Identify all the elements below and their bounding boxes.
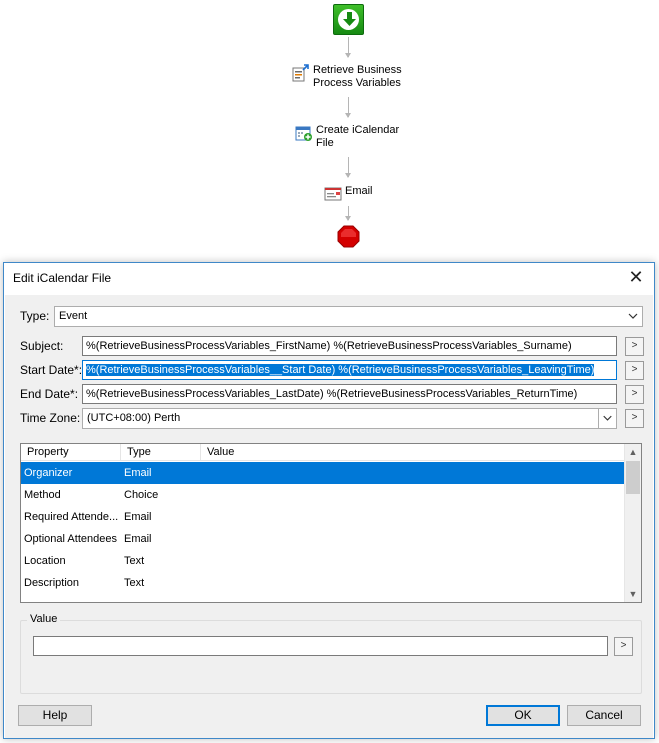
grid-scrollbar[interactable]: ▲ ▼ [624,444,641,602]
row-type: Text [124,577,145,589]
end-date-field[interactable]: %(RetrieveBusinessProcessVariables_LastD… [82,384,617,404]
help-button-label: Help [42,708,68,722]
row-property: Organizer [24,467,73,479]
node-label-line-1: Email [345,185,373,197]
row-type: Email [124,511,152,523]
scroll-up-icon[interactable]: ▲ [625,444,641,460]
type-label: Type: [20,309,50,323]
subject-field[interactable]: %(RetrieveBusinessProcessVariables_First… [82,336,617,356]
email-icon [324,187,342,201]
table-row[interactable]: Description Text [21,572,624,594]
row-type: Text [124,555,145,567]
subject-label: Subject: [20,339,64,353]
row-property: Location [24,555,66,567]
down-arrow-icon [343,12,356,26]
workflow-node-retrieve-variables[interactable]: Retrieve Business Process Variables [292,64,402,90]
column-header-type[interactable]: Type [121,444,201,460]
workflow-start-node[interactable] [333,4,364,35]
retrieve-variables-icon [292,64,309,82]
table-row[interactable]: Required Attende... Email [21,506,624,528]
row-type: Email [124,533,152,545]
end-date-label: End Date*: [20,387,79,401]
dialog-title: Edit iCalendar File [13,271,112,285]
dialog-content: Type: Event Subject: %(RetrieveBusinessP… [5,295,653,738]
close-icon[interactable]: ✕ [628,267,644,287]
node-label-line-1: Retrieve Business [313,64,402,76]
end-date-value: %(RetrieveBusinessProcessVariables_LastD… [86,388,578,400]
row-property: Optional Attendees [24,533,117,545]
node-label-line-1: Create iCalendar [316,124,400,136]
stop-icon[interactable] [337,225,360,248]
type-select-value: Event [59,310,88,322]
edit-icalendar-dialog: Edit iCalendar File ✕ Type: Event Subjec… [3,262,655,739]
time-zone-label: Time Zone: [20,411,81,425]
table-row[interactable]: Method Choice [21,484,624,506]
help-button[interactable]: Help [18,705,92,726]
grid-rows: Organizer Email Method Choice Required A… [21,462,624,594]
value-group-legend: Value [27,613,61,625]
workflow-connector [345,37,351,58]
table-row[interactable]: Location Text [21,550,624,572]
node-label-line-2: Process Variables [313,77,401,89]
scroll-thumb[interactable] [626,461,640,494]
workflow-connector [345,206,351,221]
start-date-label: Start Date*: [20,363,83,377]
column-header-property[interactable]: Property [21,444,121,460]
workflow-node-create-icalendar[interactable]: Create iCalendar File [295,124,399,150]
time-zone-picker-button[interactable]: > [625,409,644,428]
table-row[interactable]: Optional Attendees Email [21,528,624,550]
property-grid[interactable]: Property Type Value Organizer Email Meth… [20,443,642,603]
chevron-down-icon[interactable] [598,409,616,428]
workflow-connector [345,157,351,178]
cancel-button-label: Cancel [585,708,623,722]
time-zone-select[interactable]: (UTC+08:00) Perth [82,408,617,429]
subject-value: %(RetrieveBusinessProcessVariables_First… [86,340,572,352]
value-field[interactable] [33,636,608,656]
row-type: Email [124,467,152,479]
node-label-line-2: File [316,137,334,149]
table-row[interactable]: Organizer Email [21,462,624,484]
row-type: Choice [124,489,159,501]
grid-header: Property Type Value [21,444,624,461]
start-date-field[interactable]: %(RetrieveBusinessProcessVariables__Star… [82,360,617,380]
cancel-button[interactable]: Cancel [567,705,641,726]
scroll-down-icon[interactable]: ▼ [625,586,641,602]
chevron-down-icon [628,313,638,319]
ok-button-label: OK [514,708,532,722]
column-header-value[interactable]: Value [201,444,624,460]
ok-button[interactable]: OK [486,705,560,726]
value-picker-button[interactable]: > [614,637,633,656]
subject-picker-button[interactable]: > [625,337,644,356]
row-property: Method [24,489,61,501]
create-icalendar-icon [295,126,312,141]
workflow-connector [345,97,351,118]
start-date-picker-button[interactable]: > [625,361,644,380]
end-date-picker-button[interactable]: > [625,385,644,404]
row-property: Description [24,577,80,589]
workflow-node-email[interactable]: Email [324,185,373,203]
start-date-value: %(RetrieveBusinessProcessVariables__Star… [86,364,595,376]
row-property: Required Attende... [24,511,119,523]
type-select[interactable]: Event [54,306,643,327]
value-group [20,620,642,694]
time-zone-value: (UTC+08:00) Perth [87,412,181,424]
